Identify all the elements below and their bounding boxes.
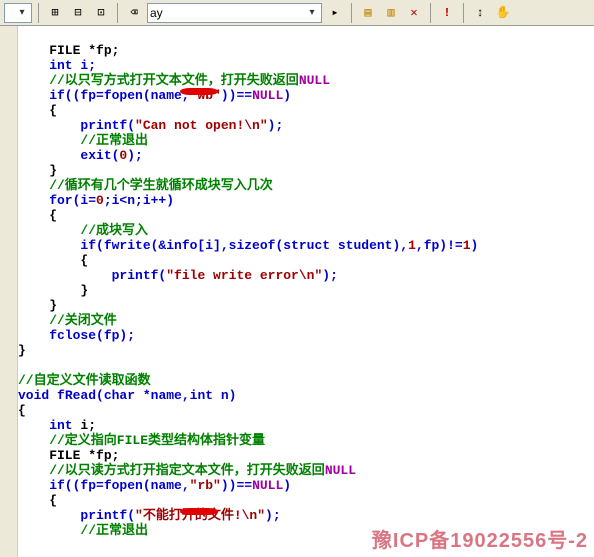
separator <box>38 3 39 23</box>
sort-icon[interactable]: ↕ <box>470 3 490 23</box>
dropdown-1[interactable]: ▾ <box>4 3 32 23</box>
red-underline-mark <box>180 88 218 95</box>
red-underline-mark <box>180 508 218 515</box>
separator <box>430 3 431 23</box>
separator <box>351 3 352 23</box>
exclaim-icon[interactable]: ! <box>437 3 457 23</box>
separator <box>117 3 118 23</box>
clear-icon[interactable]: ✕ <box>404 3 424 23</box>
action-icon[interactable]: ⌫ <box>124 3 144 23</box>
separator <box>463 3 464 23</box>
window-tile-icon[interactable]: ⊞ <box>45 3 65 23</box>
window-cascade-icon[interactable]: ⊟ <box>68 3 88 23</box>
bookmark-icon[interactable]: ▤ <box>358 3 378 23</box>
bookmark2-icon[interactable]: ▥ <box>381 3 401 23</box>
editor-gutter <box>0 26 18 557</box>
code-editor[interactable]: FILE *fp; int i; //以只写方式打开文本文件，打开失败返回NUL… <box>0 26 594 557</box>
dropdown-symbol[interactable]: ay ▾ <box>147 3 322 23</box>
go-icon[interactable]: ▸ <box>325 3 345 23</box>
toolbar: ▾ ⊞ ⊟ ⊡ ⌫ ay ▾ ▸ ▤ ▥ ✕ ! ↕ ✋ <box>0 0 594 26</box>
hand-icon[interactable]: ✋ <box>493 3 513 23</box>
chevron-down-icon: ▾ <box>305 7 319 18</box>
code-content: FILE *fp; int i; //以只写方式打开文本文件，打开失败返回NUL… <box>18 28 594 553</box>
chevron-down-icon: ▾ <box>15 7 29 18</box>
window-grid-icon[interactable]: ⊡ <box>91 3 111 23</box>
